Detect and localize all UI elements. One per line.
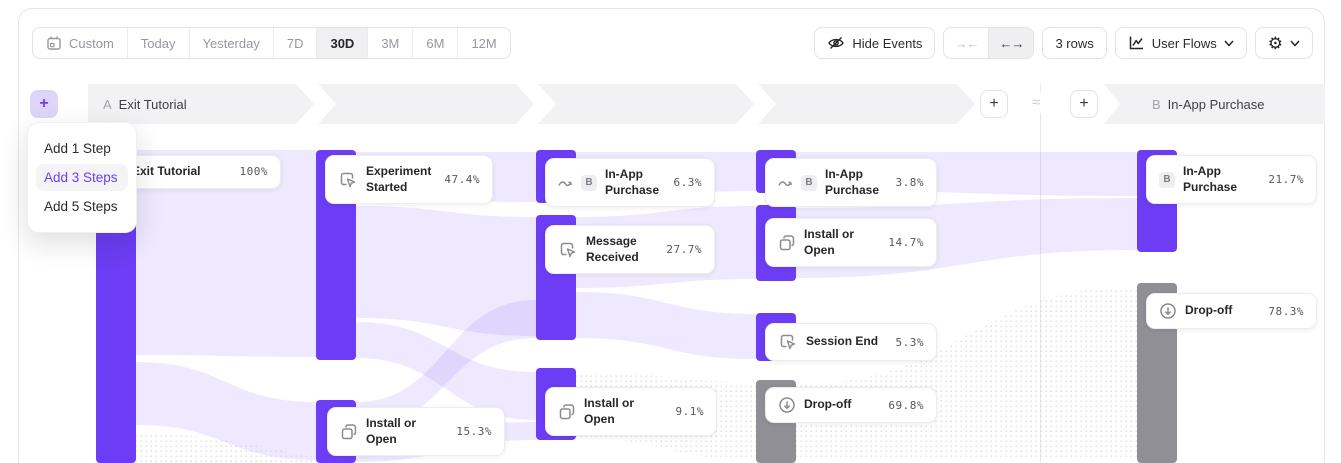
node-session-end[interactable]: Session End 5.3% bbox=[765, 323, 937, 361]
link-message-to-session bbox=[576, 292, 756, 359]
install-icon bbox=[340, 423, 358, 441]
node-install-or-open-9[interactable]: Install or Open 9.1% bbox=[545, 387, 717, 436]
link-dropoff-texture-2 bbox=[796, 287, 1137, 460]
menu-item-add-5-steps[interactable]: Add 5 Steps bbox=[36, 193, 128, 220]
add-step-b-button[interactable]: + bbox=[1070, 90, 1098, 118]
flow-b-title: B In-App Purchase bbox=[1152, 84, 1265, 124]
node-install-or-open-15[interactable]: Install or Open 15.3% bbox=[327, 407, 505, 456]
node-exit-tutorial[interactable]: Exit Tutorial 100% bbox=[119, 155, 281, 189]
install-icon bbox=[558, 403, 576, 421]
circle-down-arrow-icon bbox=[778, 396, 796, 414]
node-b-drop-off[interactable]: Drop-off 78.3% bbox=[1146, 293, 1317, 329]
node-drop-off-69[interactable]: Drop-off 69.8% bbox=[765, 387, 937, 423]
node-in-app-purchase-3[interactable]: B In-App Purchase 3.8% bbox=[765, 158, 937, 207]
node-b-in-app-purchase[interactable]: B In-App Purchase 21.7% bbox=[1146, 155, 1317, 204]
add-step-menu: Add 1 Step Add 3 Steps Add 5 Steps bbox=[27, 122, 137, 233]
indirect-path-icon bbox=[778, 177, 793, 189]
flow-b-badge: B bbox=[1159, 172, 1175, 188]
menu-item-add-3-steps[interactable]: Add 3 Steps bbox=[36, 164, 128, 191]
add-step-a-button[interactable]: + bbox=[980, 90, 1008, 118]
flow-a-letter: A bbox=[103, 97, 112, 112]
flow-b-badge: B bbox=[801, 175, 817, 191]
cursor-click-icon bbox=[778, 332, 798, 352]
flow-b-name: In-App Purchase bbox=[1168, 97, 1265, 112]
user-flows-canvas: Custom Today Yesterday 7D 30D 3M 6M 12M … bbox=[0, 0, 1341, 463]
node-experiment-started[interactable]: Experiment Started 47.4% bbox=[325, 155, 493, 204]
install-icon bbox=[778, 234, 796, 252]
approx-separator: ≈ bbox=[1031, 92, 1041, 113]
circle-down-arrow-icon bbox=[1159, 302, 1177, 320]
cursor-click-icon bbox=[338, 170, 358, 190]
node-message-received[interactable]: Message Received 27.7% bbox=[545, 225, 715, 274]
node-install-or-open-14[interactable]: Install or Open 14.7% bbox=[765, 218, 937, 267]
cursor-click-icon bbox=[558, 240, 578, 260]
flow-b-badge: B bbox=[581, 175, 597, 191]
menu-item-add-1-step[interactable]: Add 1 Step bbox=[36, 135, 128, 162]
add-step-menu-button[interactable]: + bbox=[30, 90, 58, 118]
node-in-app-purchase-6[interactable]: B In-App Purchase 6.3% bbox=[545, 158, 715, 207]
flow-b-letter: B bbox=[1152, 97, 1161, 112]
flow-a-title: A Exit Tutorial bbox=[103, 84, 187, 124]
flow-a-name: Exit Tutorial bbox=[119, 97, 187, 112]
indirect-path-icon bbox=[558, 177, 573, 189]
